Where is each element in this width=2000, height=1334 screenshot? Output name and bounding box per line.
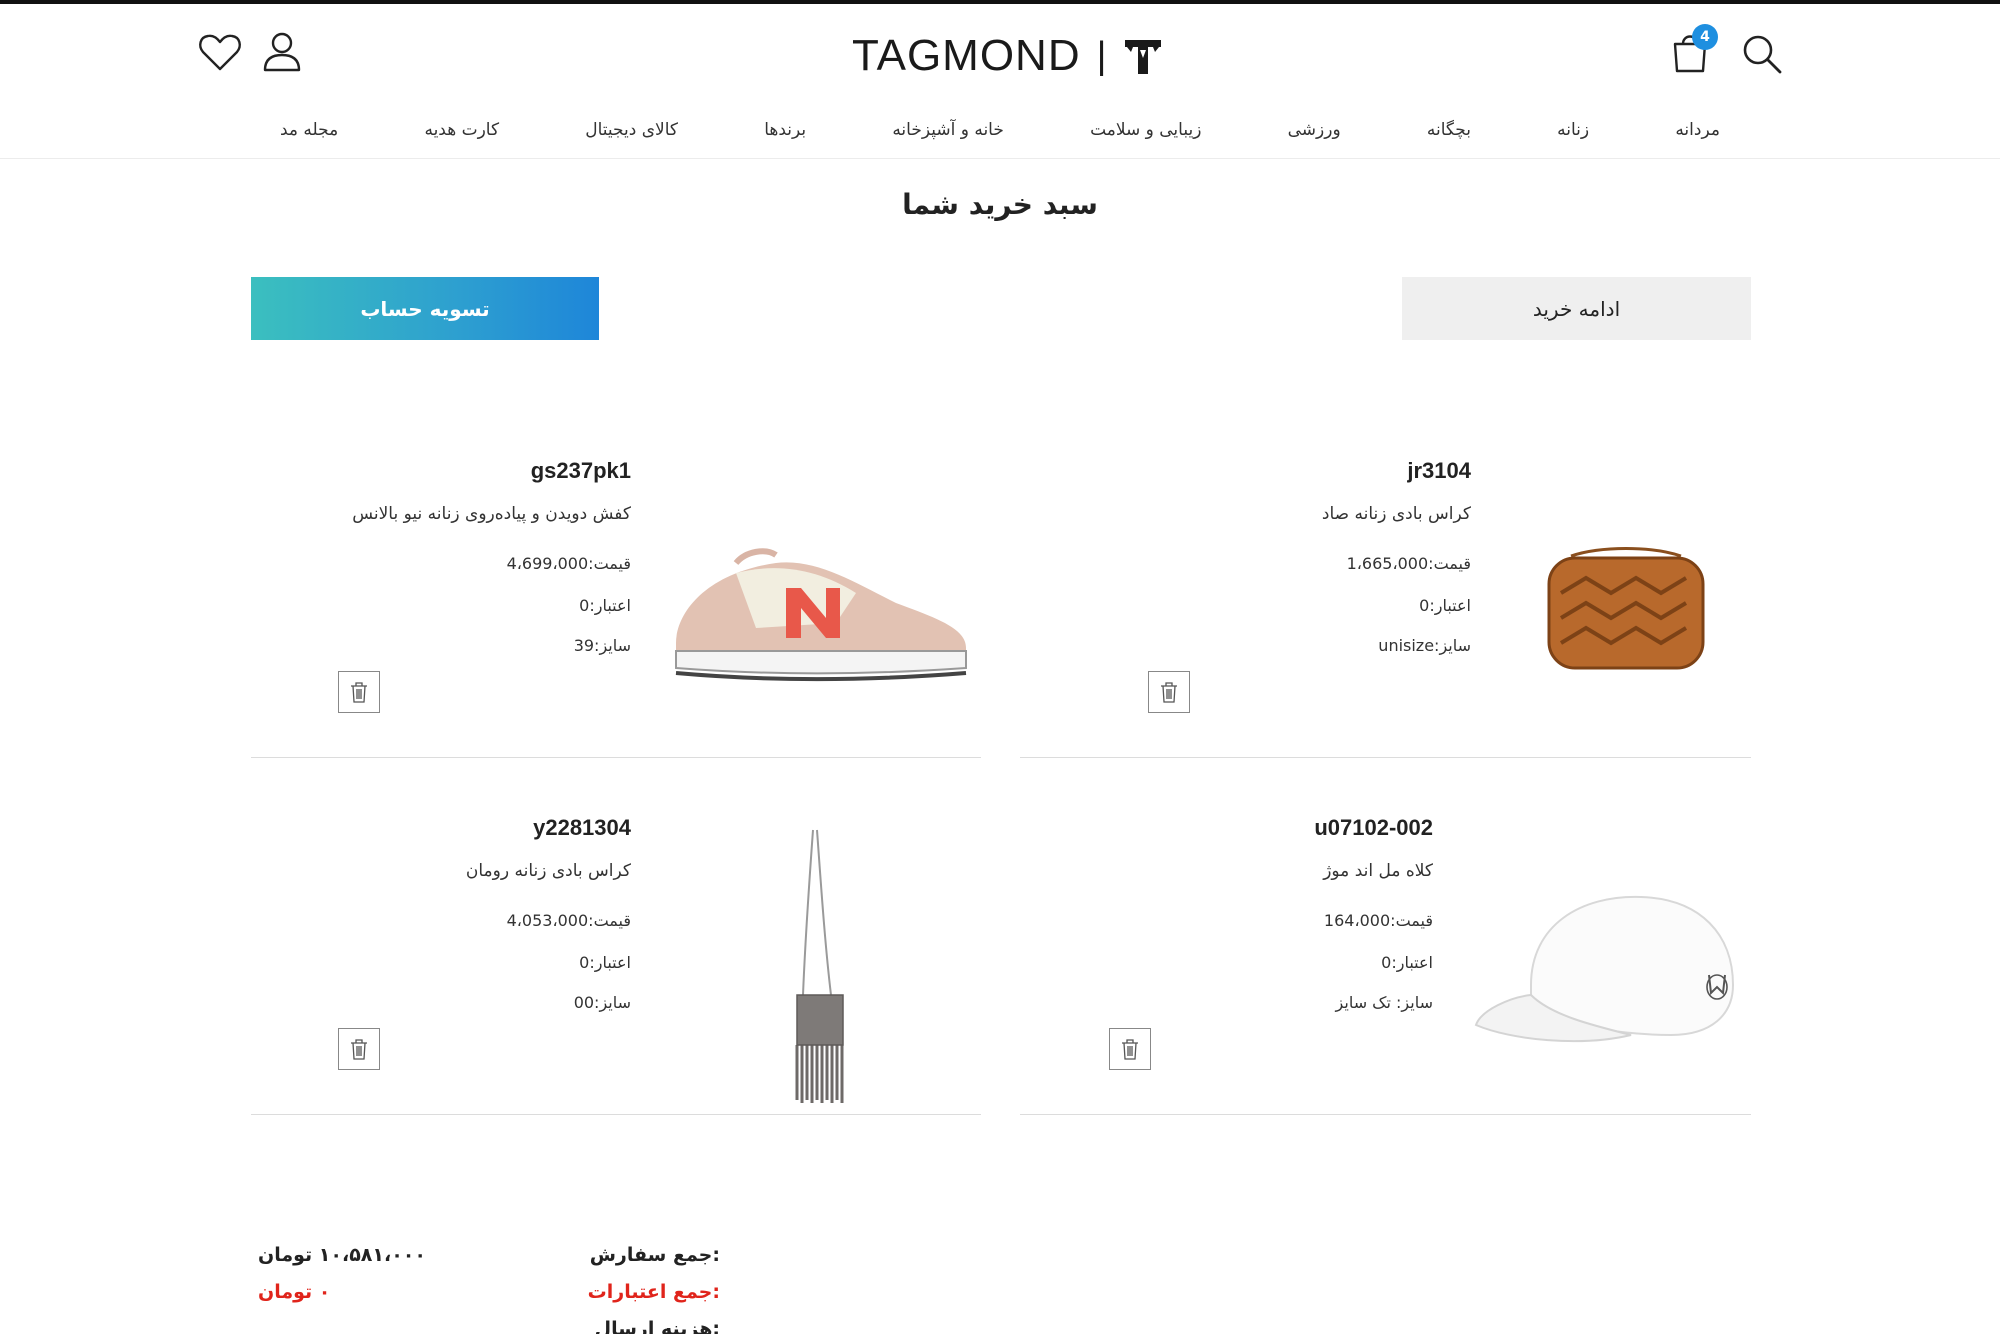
nav-item-digital[interactable]: کالای دیجیتال [585, 120, 678, 140]
nav-item-fashion-magazine[interactable]: مجله مد [280, 120, 338, 140]
delete-item-button[interactable] [1109, 1028, 1151, 1070]
order-total-row: جمع سفارش: ۱۰،۵۸۱،۰۰۰ تومان [250, 1244, 720, 1276]
product-name[interactable]: کفش دویدن و پیاده‌روی زنانه نیو بالانس [352, 504, 631, 524]
product-size: سایز:00 [573, 993, 631, 1012]
product-code: gs237pk1 [530, 458, 631, 483]
product-code: u07102-002 [1314, 815, 1433, 840]
product-size: سایز:unisize [1378, 636, 1471, 655]
product-price: قیمت:1،665،000 [1346, 554, 1471, 573]
order-total-value: ۱۰،۵۸۱،۰۰۰ تومان [258, 1244, 426, 1266]
logo-text: TAGMOND [852, 31, 1081, 80]
cart-item: y2281304 کراس بادی زنانه رومان قیمت:4،05… [251, 815, 981, 1115]
page-title: سبد خرید شما [902, 188, 1098, 221]
account-button[interactable] [254, 24, 310, 80]
product-image[interactable] [661, 815, 981, 1115]
trash-icon [351, 1039, 367, 1060]
product-size: سایز: تک سایز [1335, 993, 1433, 1012]
nav-item-kids[interactable]: بچگانه [1427, 120, 1471, 140]
nav-item-beauty[interactable]: زیبایی و سلامت [1090, 120, 1201, 140]
nav-item-home-kitchen[interactable]: خانه و آشپزخانه [892, 120, 1004, 140]
product-image[interactable] [661, 458, 981, 758]
product-price: قیمت:4،699،000 [506, 554, 631, 573]
product-price: قیمت:4،053،000 [506, 911, 631, 930]
main-nav: مردانه زنانه بچگانه ورزشی زیبایی و سلامت… [250, 112, 1750, 148]
continue-shopping-button[interactable]: ادامه خرید [1402, 277, 1751, 340]
product-size: سایز:39 [573, 636, 631, 655]
wishlist-button[interactable] [192, 24, 248, 80]
site-header: TAGMOND | 4 مردانه زنانه بچگانه ورزشی زی… [0, 4, 2000, 159]
beaded-fringe-bag-image [795, 829, 844, 1103]
product-code: y2281304 [533, 815, 631, 840]
search-icon [1743, 35, 1782, 74]
product-price: قیمت:164،000 [1323, 911, 1433, 930]
product-credit: اعتبار:0 [1419, 596, 1471, 615]
shipping-label: هزینه ارسال: [594, 1318, 720, 1334]
cart-item: jr3104 کراس بادی زنانه صاد قیمت:1،665،00… [1020, 458, 1751, 758]
product-code: jr3104 [1407, 458, 1471, 483]
pink-sneaker-image [675, 548, 967, 681]
product-name[interactable]: کراس بادی زنانه صاد [1322, 504, 1471, 524]
trash-icon [1161, 682, 1177, 703]
credits-value: ۰ تومان [258, 1281, 331, 1303]
delete-item-button[interactable] [338, 1028, 380, 1070]
product-image[interactable] [1501, 458, 1751, 758]
heart-icon [199, 34, 241, 71]
search-button[interactable] [1734, 26, 1790, 82]
cart-count-badge: 4 [1692, 24, 1718, 50]
site-logo[interactable]: TAGMOND | [852, 26, 1163, 86]
delete-item-button[interactable] [1148, 671, 1190, 713]
credits-row: جمع اعتبارات: ۰ تومان [250, 1281, 720, 1313]
order-total-label: جمع سفارش: [589, 1244, 720, 1266]
white-cap-image [1474, 895, 1735, 1043]
nav-item-men[interactable]: مردانه [1675, 120, 1720, 140]
product-image[interactable] [1461, 815, 1751, 1115]
order-summary: جمع سفارش: ۱۰،۵۸۱،۰۰۰ تومان جمع اعتبارات… [250, 1240, 720, 1334]
nav-item-gift-card[interactable]: کارت هدیه [424, 120, 499, 140]
trash-icon [351, 682, 367, 703]
cart-button[interactable]: 4 [1662, 24, 1718, 80]
checkout-button[interactable]: تسویه حساب [251, 277, 599, 340]
trash-icon [1122, 1039, 1138, 1060]
product-name[interactable]: کلاه مل اند موژ [1323, 861, 1433, 881]
product-credit: اعتبار:0 [1381, 953, 1433, 972]
product-name[interactable]: کراس بادی زنانه رومان [466, 861, 631, 881]
shipping-row: هزینه ارسال: [250, 1318, 720, 1334]
nav-item-women[interactable]: زنانه [1557, 120, 1589, 140]
logo-t-icon [1124, 40, 1161, 74]
delete-item-button[interactable] [338, 671, 380, 713]
cart-item: u07102-002 کلاه مل اند موژ قیمت:164،000 … [1020, 815, 1751, 1115]
user-icon [263, 32, 301, 72]
brown-crossbody-bag-image [1547, 547, 1705, 670]
nav-item-sports[interactable]: ورزشی [1288, 120, 1341, 140]
product-credit: اعتبار:0 [579, 953, 631, 972]
cart-item: gs237pk1 کفش دویدن و پیاده‌روی زنانه نیو… [251, 458, 981, 758]
product-credit: اعتبار:0 [579, 596, 631, 615]
logo-separator: | [1096, 34, 1107, 77]
nav-item-brands[interactable]: برندها [764, 120, 806, 140]
credits-label: جمع اعتبارات: [587, 1281, 720, 1303]
